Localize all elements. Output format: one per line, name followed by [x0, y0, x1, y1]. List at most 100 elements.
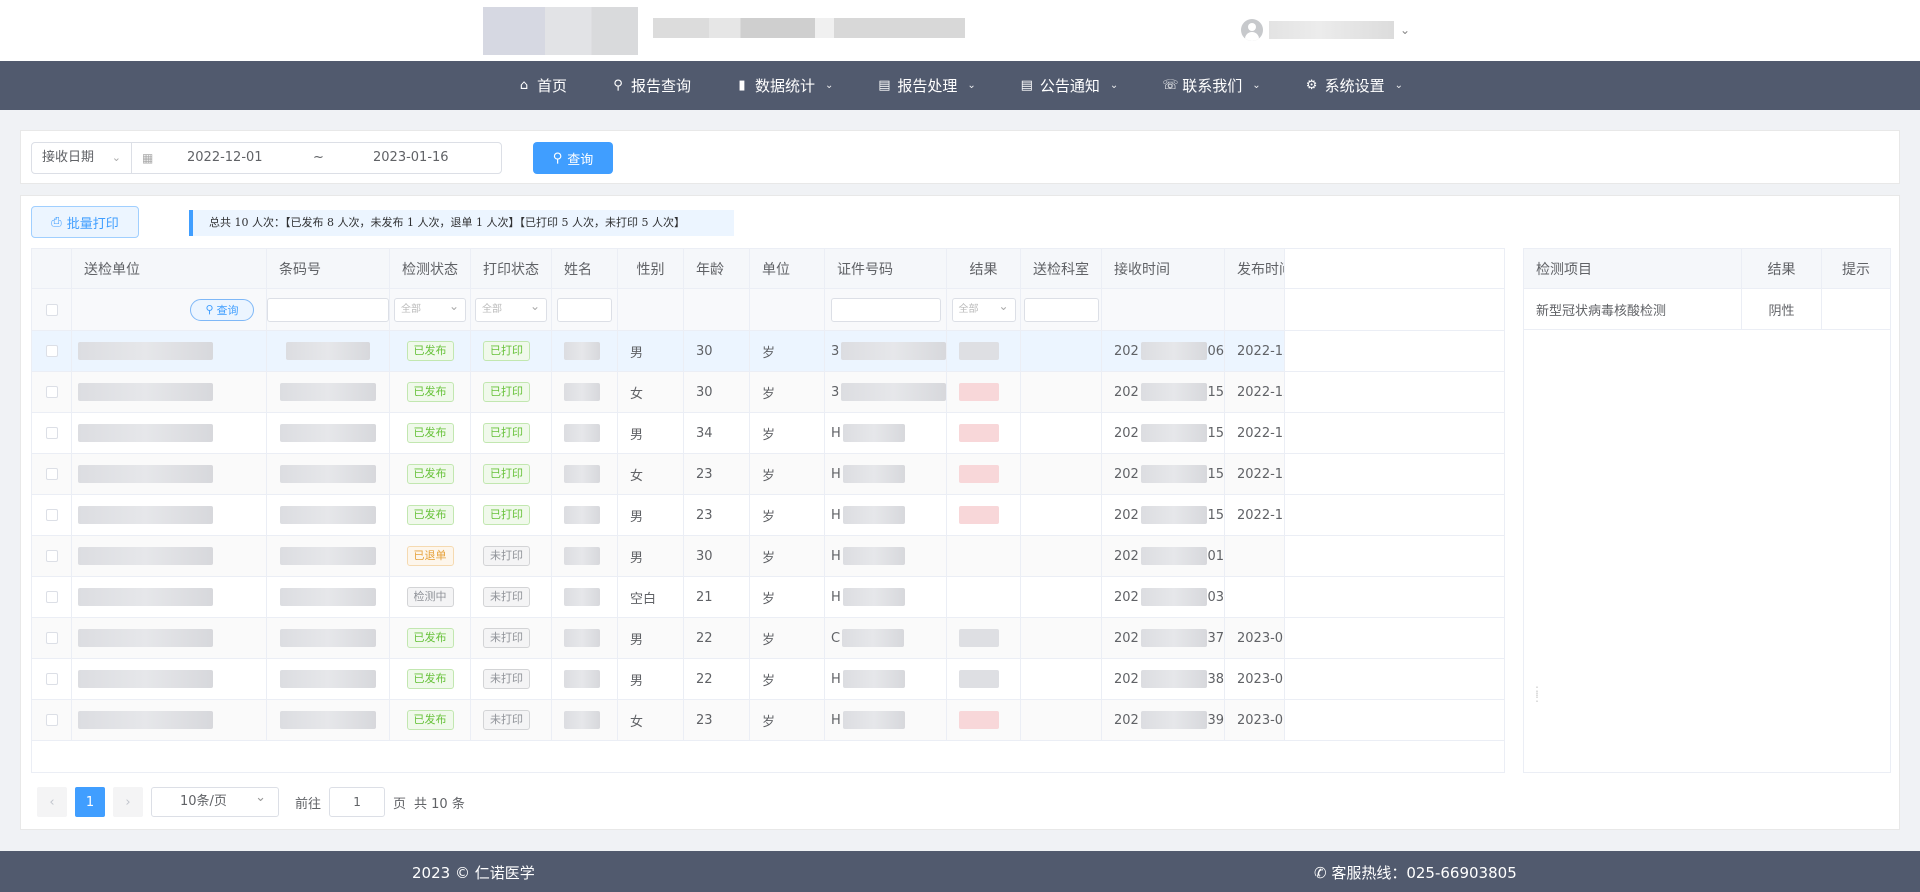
filter-bar: 接收日期 ⌄ ▦ 2022-12-01 ~ 2023-01-16 ⚲ 查询 [20, 130, 1900, 184]
row-checkbox[interactable] [45, 550, 58, 562]
table-row[interactable]: 已发布 已打印 女 23 岁 H 202 15 2022-12- [32, 454, 1504, 495]
next-page-button[interactable]: › [113, 787, 143, 817]
date-range-picker[interactable]: ▦ 2022-12-01 ~ 2023-01-16 [131, 142, 502, 174]
table-cell [552, 659, 618, 699]
nav-item-5[interactable]: ☏ 联系我们 ⌄ [1140, 61, 1282, 110]
redacted-id [842, 465, 905, 483]
page-size-select[interactable]: 10条/页 [151, 784, 279, 817]
dept-filter-input[interactable] [1023, 297, 1099, 322]
user-menu[interactable]: ⌄ [1241, 18, 1410, 42]
row-checkbox[interactable] [45, 427, 58, 439]
select-all-checkbox[interactable] [45, 303, 58, 316]
batch-print-label: 批量打印 [66, 216, 119, 232]
print-status-badge: 已打印 [483, 382, 530, 402]
page-number-button[interactable]: 1 [75, 787, 105, 817]
nav-item-0[interactable]: ⌂ 首页 [495, 61, 589, 110]
chevron-down-icon: ⌄ [111, 151, 121, 164]
gender-value: 男 [630, 673, 644, 689]
prev-page-button[interactable]: ‹ [37, 787, 67, 817]
barcode-filter-input[interactable] [267, 297, 389, 322]
column-header-label: 结果 [969, 261, 998, 278]
table-row[interactable]: 已发布 未打印 男 22 岁 C 202 37 2023-01- [32, 618, 1504, 659]
nav-item-2[interactable]: ▮ 数据统计 ⌄ [713, 61, 855, 110]
result-filter-select[interactable]: 全部 [951, 295, 1016, 322]
table-cell [552, 577, 618, 617]
row-checkbox[interactable] [45, 714, 58, 726]
name-filter-input[interactable] [557, 297, 612, 322]
table-cell: 23 [684, 454, 750, 494]
nav-item-6[interactable]: ⚙ 系统设置 ⌄ [1283, 61, 1425, 110]
table-cell: 岁 [750, 700, 825, 740]
table-row[interactable]: 已退单 未打印 男 30 岁 H 202 01 [32, 536, 1504, 577]
filter-cell [618, 289, 684, 330]
detail-row[interactable]: 新型冠状病毒核酸检测 阴性 [1524, 289, 1891, 330]
row-checkbox[interactable] [45, 345, 58, 357]
row-checkbox[interactable] [45, 591, 58, 603]
table-cell [947, 536, 1021, 576]
table-cell [947, 659, 1021, 699]
table-cell [72, 331, 267, 371]
date-start-input[interactable]: 2022-12-01 [187, 143, 263, 173]
result-indicator [959, 629, 999, 647]
table-cell: H [825, 495, 947, 535]
column-query-button[interactable]: ⚲ 查询 [190, 298, 254, 321]
table-row[interactable]: 已发布 已打印 男 34 岁 H 202 15 2022-12- [32, 413, 1504, 454]
filter-cell [1225, 289, 1285, 330]
filter-cell [1102, 289, 1225, 330]
table-row[interactable]: 已发布 未打印 男 22 岁 H 202 38 2023-01- [32, 659, 1504, 700]
table-header: 送检单位 条码号 检测状态 打印状态 姓名 性别 年龄 单位 证件号码 结果 送检科室 接收时间 发布时… [32, 249, 1504, 289]
user-name [1269, 21, 1394, 39]
result-indicator [959, 670, 999, 688]
chevron-down-icon: ⌄ [1394, 80, 1404, 91]
table-cell: 2022-12- [1225, 454, 1285, 494]
table-cell: 男 [618, 413, 684, 453]
table-cell: 女 [618, 372, 684, 412]
query-button[interactable]: ⚲ 查询 [533, 142, 613, 174]
table-row[interactable]: 已发布 已打印 男 30 岁 3 202 06 2022-12- [32, 331, 1504, 372]
table-cell: H [825, 454, 947, 494]
redacted-org [78, 629, 213, 647]
age-unit-value: 岁 [762, 345, 776, 361]
row-checkbox[interactable] [45, 468, 58, 480]
id-prefix: H [831, 548, 841, 564]
date-type-select[interactable]: 接收日期 ⌄ [31, 142, 132, 174]
redacted-barcode [280, 383, 376, 401]
age-value: 30 [696, 343, 713, 359]
status-filter-select[interactable]: 全部 [475, 295, 547, 322]
table-row[interactable]: 已发布 未打印 女 23 岁 H 202 39 2023-01- [32, 700, 1504, 741]
id-prefix: 3 [831, 343, 840, 359]
table-row[interactable]: 检测中 未打印 空白 21 岁 H 202 03 [32, 577, 1504, 618]
gender-value: 女 [630, 386, 644, 402]
row-checkbox[interactable] [45, 386, 58, 398]
date-end-input[interactable]: 2023-01-16 [373, 143, 449, 173]
gear-icon: ⚙ [1305, 77, 1318, 93]
filter-cell: ⚲ 查询 [72, 289, 267, 330]
copyright-text: 2023 © 仁诺医学 [412, 864, 535, 882]
table-cell [552, 372, 618, 412]
id-filter-input[interactable] [830, 297, 941, 322]
batch-print-button[interactable]: ⎙ 批量打印 [31, 206, 139, 238]
status-filter-select[interactable]: 全部 [394, 295, 466, 322]
nav-item-3[interactable]: ▤ 报告处理 ⌄ [855, 61, 997, 110]
redacted-name [564, 547, 600, 565]
table-row[interactable]: 已发布 已打印 男 23 岁 H 202 15 2022-12- [32, 495, 1504, 536]
table-cell [32, 454, 72, 494]
detail-column-label: 提示 [1842, 261, 1870, 278]
table-cell [1021, 618, 1102, 658]
table-cell: 已发布 [390, 618, 471, 658]
row-checkbox[interactable] [45, 673, 58, 685]
row-checkbox[interactable] [45, 509, 58, 521]
row-checkbox[interactable] [45, 632, 58, 644]
table-row[interactable]: 已发布 已打印 女 30 岁 3 202 15 2022-12- [32, 372, 1504, 413]
table-cell: 2023-01- [1225, 659, 1285, 699]
id-prefix: H [831, 507, 841, 523]
table-cell: 未打印 [471, 659, 552, 699]
table-cell: 202 38 [1102, 659, 1225, 699]
goto-page-input[interactable]: 1 [329, 787, 386, 817]
nav-item-1[interactable]: ⚲ 报告查询 [589, 61, 713, 110]
table-cell: 30 [684, 536, 750, 576]
nav-item-4[interactable]: ▤ 公告通知 ⌄ [998, 61, 1140, 110]
recv-prefix: 202 [1114, 466, 1139, 482]
table-cell: 女 [618, 700, 684, 740]
recv-suffix: 15 [1207, 384, 1224, 400]
